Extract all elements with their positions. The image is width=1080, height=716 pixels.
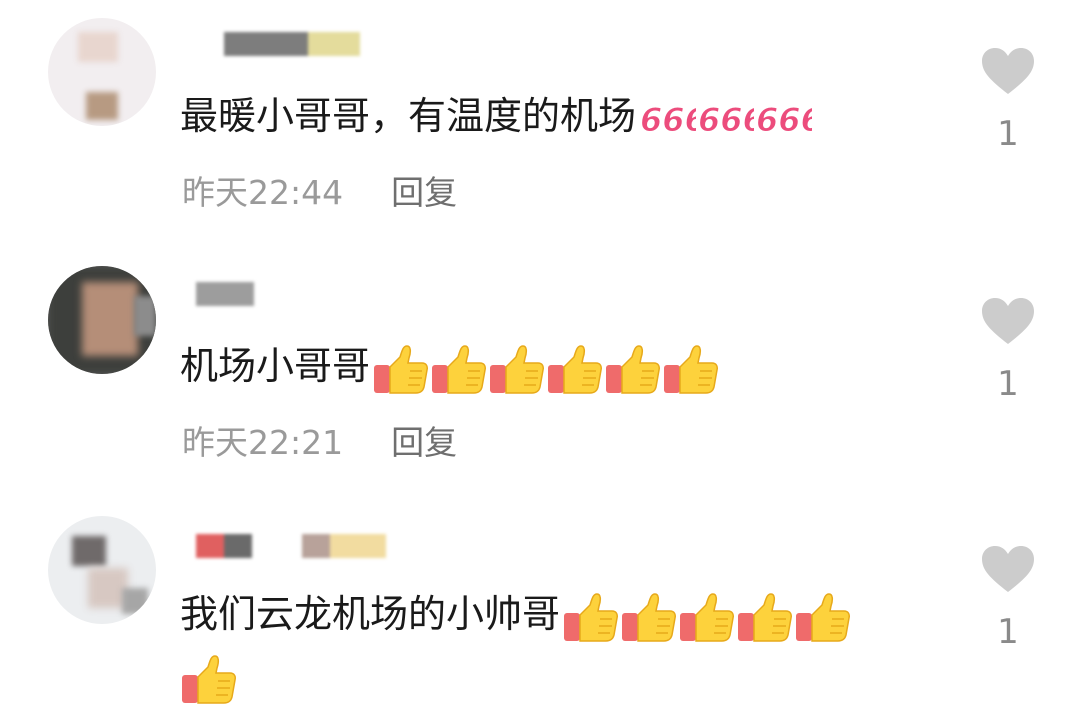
thumbs-up-emoji [606,344,661,394]
thumbs-up-emoji [680,592,735,642]
comment-text-continued [178,650,238,705]
comment-text-body: 我们云龙机场的小帅哥 [180,592,561,636]
reply-button[interactable]: 回复 [391,173,457,212]
comment-text: 机场小哥哥 [180,340,720,395]
like-count: 1 [997,612,1019,652]
thumbs-up-emoji-group [562,591,852,643]
heart-icon[interactable] [980,544,1036,594]
six-six-six-emoji: 666 [756,100,813,139]
username[interactable] [196,282,254,306]
like-count: 1 [997,114,1019,154]
thumbs-up-emoji [374,344,429,394]
timestamp: 昨天22:21 [182,423,344,462]
thumbs-up-emoji [738,592,793,642]
thumbs-up-emoji [796,592,851,642]
six-six-six-emoji: 666 [698,100,755,139]
avatar[interactable] [48,266,156,374]
like-button[interactable]: 1 [978,46,1038,154]
thumbs-up-emoji [490,344,545,394]
like-button[interactable]: 1 [978,296,1038,404]
avatar[interactable] [48,516,156,624]
comment-text-body: 最暖小哥哥，有温度的机场 [180,94,637,138]
thumbs-up-emoji [182,654,236,704]
username[interactable] [184,32,360,56]
heart-icon[interactable] [980,46,1036,96]
comment-meta: 昨天22:21 回复 [182,416,457,464]
svg-text:666: 666 [756,101,812,139]
comment-text-body: 机场小哥哥 [180,344,371,388]
comment-meta: 昨天22:44 回复 [182,166,457,214]
six-six-six-emoji-group: 666 666 666 [638,99,813,139]
timestamp: 昨天22:44 [182,173,344,212]
heart-icon[interactable] [980,296,1036,346]
svg-text:666: 666 [698,101,754,139]
thumbs-up-emoji-group [180,653,238,705]
thumbs-up-emoji [664,344,719,394]
like-count: 1 [997,364,1019,404]
six-six-six-emoji: 666 [640,100,697,139]
reply-button[interactable]: 回复 [391,423,457,462]
like-button[interactable]: 1 [978,544,1038,652]
comment-text: 我们云龙机场的小帅哥 [180,588,852,643]
thumbs-up-emoji [432,344,487,394]
comment-text: 最暖小哥哥，有温度的机场 666 666 666 [180,90,812,142]
thumbs-up-emoji [564,592,619,642]
svg-text:666: 666 [640,101,696,139]
thumbs-up-emoji-group [372,343,720,395]
thumbs-up-emoji [622,592,677,642]
avatar[interactable] [48,18,156,126]
username[interactable] [196,534,386,558]
thumbs-up-emoji [548,344,603,394]
